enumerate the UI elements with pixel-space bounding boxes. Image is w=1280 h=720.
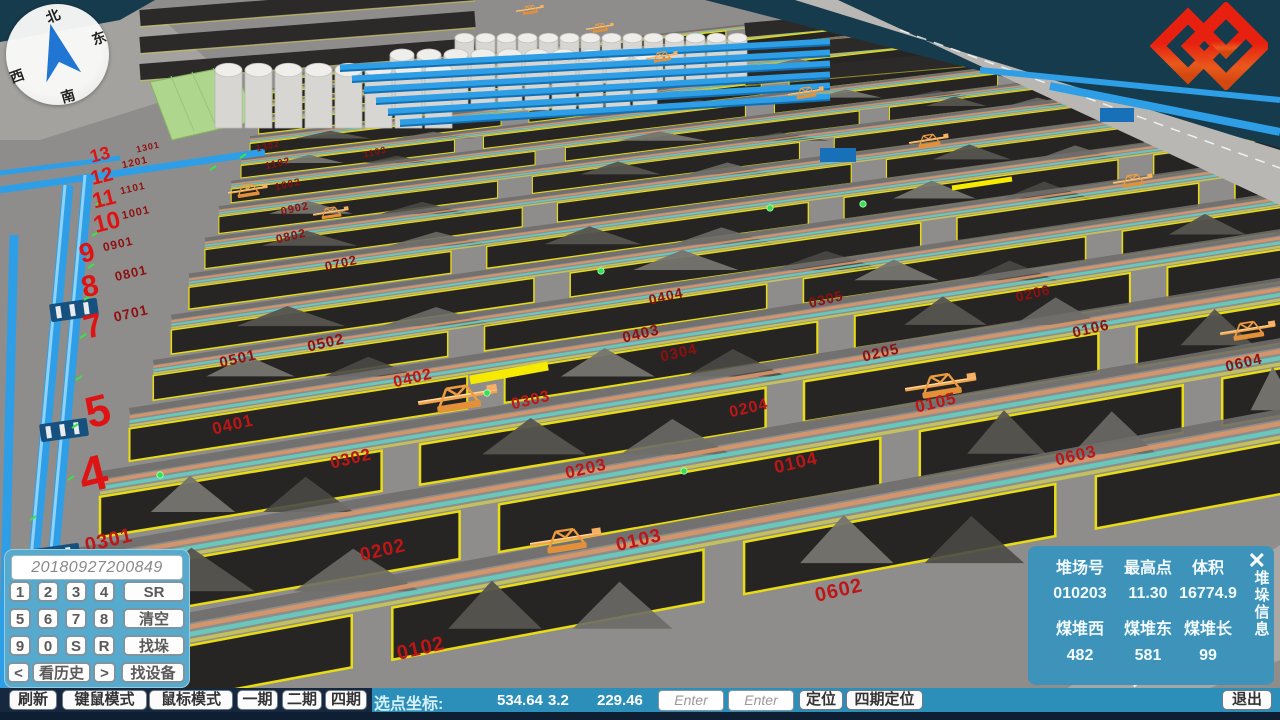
stack-info-panel: ✕ 堆垛信息 堆场号010203最高点11.30体积16774.9煤堆西482煤… — [1028, 546, 1274, 685]
keypad-button-清空[interactable]: 清空 — [123, 608, 185, 629]
bottom-edge-strip — [0, 712, 1280, 720]
info-field-label: 煤堆东 — [1124, 615, 1172, 639]
status-dot — [767, 205, 773, 211]
keypad-button-2[interactable]: 2 — [37, 581, 59, 602]
toolbar-button-一期[interactable]: 一期 — [237, 690, 278, 710]
compass[interactable]: 北 东 西 南 — [6, 4, 109, 105]
info-field-value: 010203 — [1053, 585, 1106, 603]
keypad-button-7[interactable]: 7 — [65, 608, 87, 629]
toolbar-button-键鼠模式[interactable]: 键鼠模式 — [62, 690, 147, 710]
info-field-value: 16774.9 — [1179, 585, 1237, 603]
info-field-label: 最高点 — [1124, 554, 1172, 578]
toolbar-button-鼠标模式[interactable]: 鼠标模式 — [149, 690, 233, 710]
enter-input-1[interactable]: Enter — [658, 690, 724, 711]
keypad-display[interactable]: 20180927200849 — [11, 555, 183, 580]
company-logo — [1150, 2, 1268, 90]
info-field-label: 体积 — [1192, 554, 1224, 578]
keypad-button-6[interactable]: 6 — [37, 608, 59, 629]
keypad-button-3[interactable]: 3 — [65, 581, 87, 602]
keypad-button-找垛[interactable]: 找垛 — [123, 635, 185, 656]
compass-arrow — [37, 20, 82, 82]
keypad-button-8[interactable]: 8 — [93, 608, 115, 629]
keypad-button-0[interactable]: 0 — [37, 635, 59, 656]
keypad-button-<[interactable]: < — [7, 662, 30, 683]
keypad-button-5[interactable]: 5 — [9, 608, 31, 629]
toolbar-button-四期定位[interactable]: 四期定位 — [846, 690, 923, 710]
info-field-value: 11.30 — [1128, 585, 1167, 603]
toolbar-button-刷新[interactable]: 刷新 — [9, 690, 57, 710]
info-field-label: 堆场号 — [1056, 554, 1104, 578]
info-field-label: 煤堆西 — [1056, 615, 1104, 639]
exit-button[interactable]: 退出 — [1222, 690, 1272, 710]
pick-coords-label: 选点坐标: — [374, 690, 443, 714]
stack-info-vertical-label: 堆垛信息 — [1254, 570, 1270, 638]
keypad-button-1[interactable]: 1 — [9, 581, 31, 602]
status-dot — [860, 201, 866, 207]
coal-yard-3d-app: { "compass": {"north":"北","east":"东","so… — [0, 0, 1280, 720]
toolbar-button-二期[interactable]: 二期 — [282, 690, 322, 710]
status-dot — [598, 268, 604, 274]
keypad-button-看历史[interactable]: 看历史 — [32, 662, 91, 683]
status-dot — [681, 468, 687, 474]
status-dot — [157, 472, 163, 478]
coord-x: 534.64 — [497, 692, 543, 709]
keypad-button-4[interactable]: 4 — [93, 581, 115, 602]
info-field-label: 煤堆长 — [1184, 615, 1232, 639]
silo — [215, 70, 242, 128]
silo — [245, 70, 272, 128]
coord-z: 229.46 — [597, 692, 643, 709]
info-field-value: 99 — [1199, 647, 1217, 665]
keypad-button->[interactable]: > — [93, 662, 116, 683]
toolbar-button-定位[interactable]: 定位 — [799, 690, 843, 710]
keypad-button-9[interactable]: 9 — [9, 635, 31, 656]
status-dot — [484, 390, 490, 396]
bottom-toolbar: 选点坐标: 534.64 3.2 229.46 Enter Enter 退出 刷… — [0, 688, 1280, 712]
keypad-button-S[interactable]: S — [65, 635, 87, 656]
keypad-button-SR[interactable]: SR — [123, 581, 185, 602]
info-field-value: 581 — [1135, 647, 1162, 665]
keypad-button-找设备[interactable]: 找设备 — [121, 662, 185, 683]
silo — [275, 70, 302, 128]
keypad-panel: 20180927200849 1234SR5678清空90SR找垛<看历史>找设… — [4, 549, 190, 688]
enter-input-2[interactable]: Enter — [728, 690, 794, 711]
toolbar-button-四期[interactable]: 四期 — [325, 690, 367, 710]
info-field-value: 482 — [1067, 647, 1094, 665]
keypad-button-R[interactable]: R — [93, 635, 115, 656]
silo — [305, 70, 332, 128]
coord-y: 3.2 — [548, 692, 569, 709]
